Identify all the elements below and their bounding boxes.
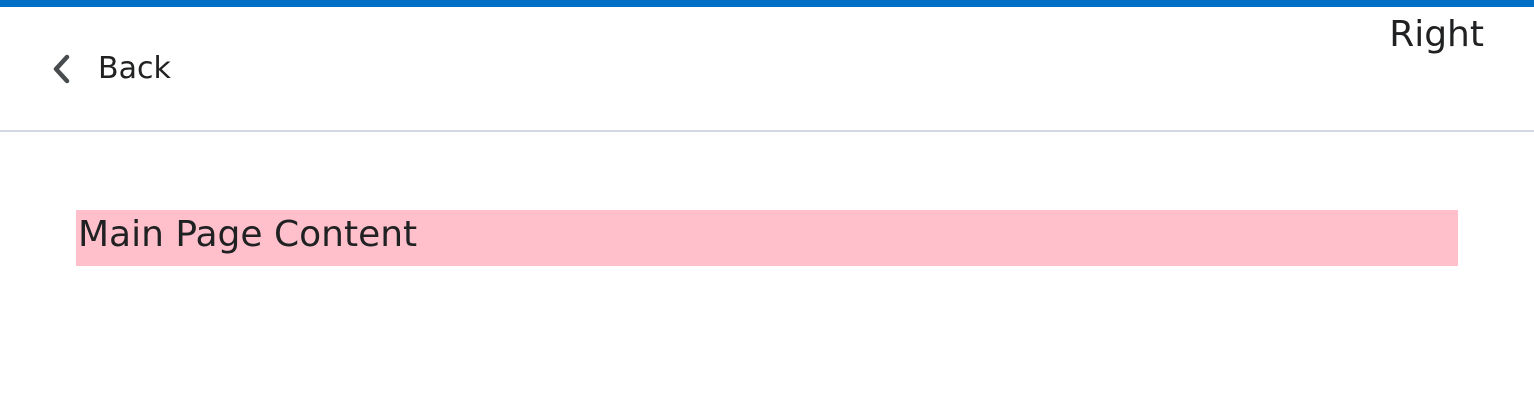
back-button[interactable]: Back xyxy=(52,50,171,88)
chevron-left-icon xyxy=(52,50,80,88)
page-header: Back Right xyxy=(0,7,1534,132)
main-page-content: Main Page Content xyxy=(76,210,1458,266)
top-accent-bar xyxy=(0,0,1534,7)
header-right-text: Right xyxy=(1389,14,1484,55)
back-button-label: Back xyxy=(98,51,171,86)
page: Back Right Main Page Content xyxy=(0,0,1534,400)
